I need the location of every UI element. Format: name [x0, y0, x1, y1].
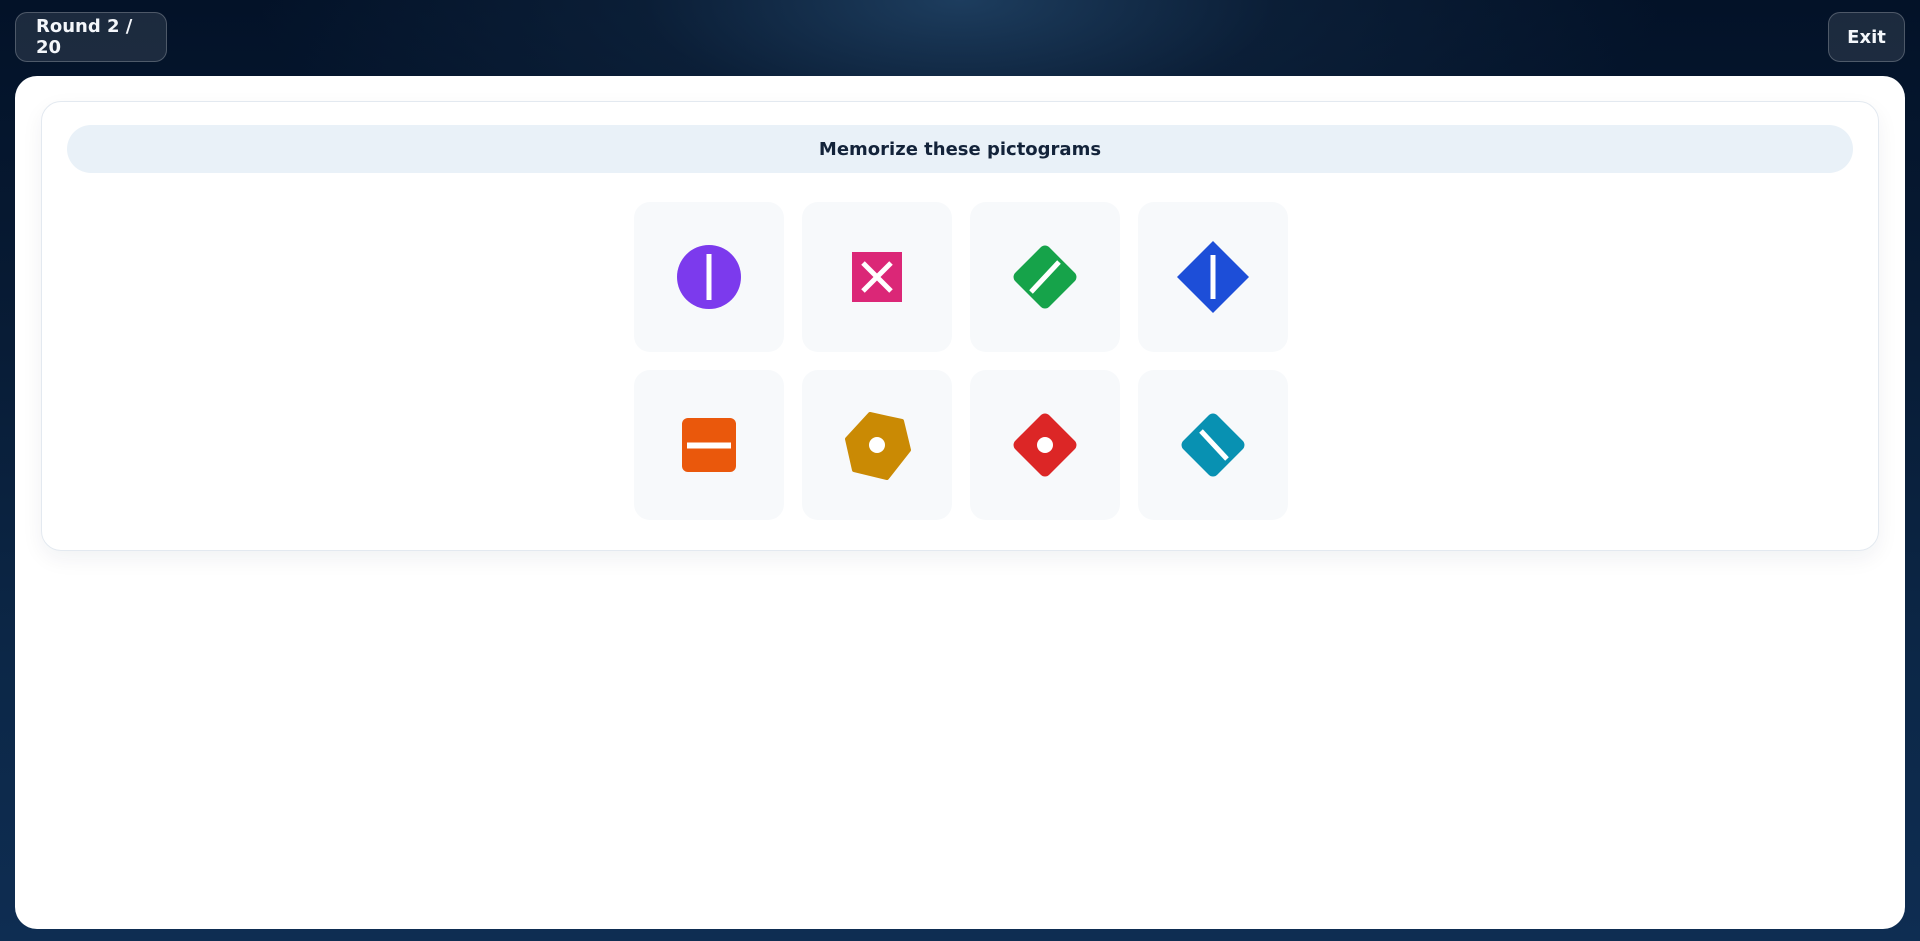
memorize-card: Memorize these pictograms: [41, 101, 1879, 551]
pictogram-tile-5: [634, 370, 784, 520]
red-diamond-dot-icon: [1013, 413, 1077, 477]
pictogram-tile-2: [802, 202, 952, 352]
top-bar: Round 2 / 20 Exit: [0, 0, 1920, 75]
round-counter-badge: Round 2 / 20: [15, 12, 167, 62]
orange-square-horizontal-line-icon: [682, 418, 736, 472]
exit-button[interactable]: Exit: [1828, 12, 1905, 62]
pink-square-cross-icon: [852, 252, 902, 302]
pictogram-tile-7: [970, 370, 1120, 520]
pictogram-tile-4: [1138, 202, 1288, 352]
blue-diamond-vertical-line-icon: [1177, 241, 1249, 313]
purple-circle-vertical-line-icon: [677, 245, 741, 309]
pictogram-tile-3: [970, 202, 1120, 352]
pictogram-tile-6: [802, 370, 952, 520]
pictogram-grid: [634, 202, 1288, 520]
gold-hexagon-dot-icon: [845, 412, 911, 480]
game-panel: Memorize these pictograms: [15, 76, 1905, 929]
instruction-banner: Memorize these pictograms: [67, 125, 1853, 173]
green-diamond-diagonal-line-icon: [1013, 245, 1077, 309]
pictogram-tile-1: [634, 202, 784, 352]
pictogram-tile-8: [1138, 370, 1288, 520]
teal-diamond-back-diagonal-line-icon: [1181, 413, 1245, 477]
